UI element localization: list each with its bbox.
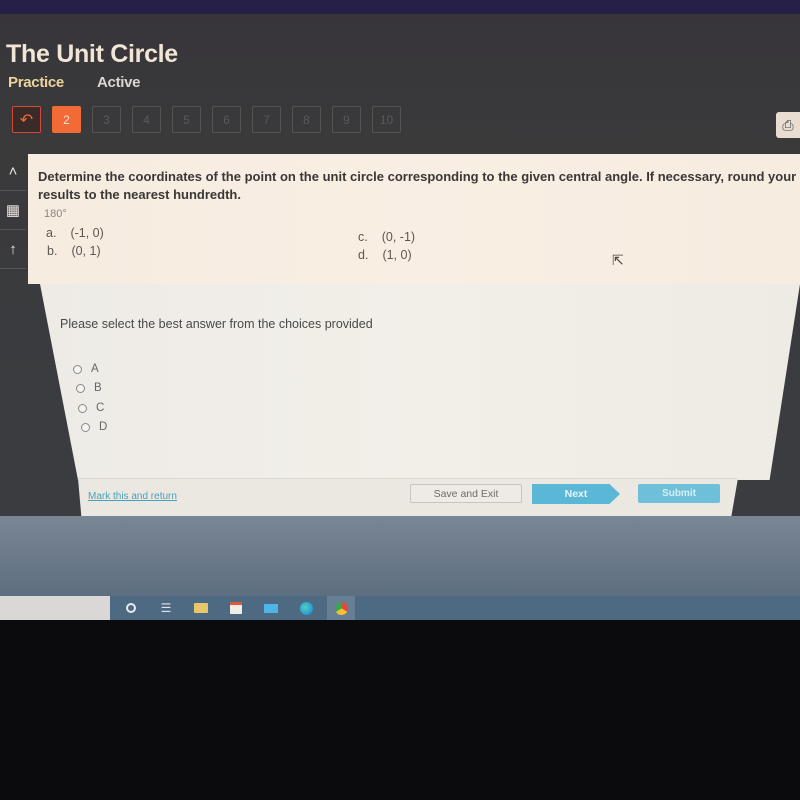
question-10-button[interactable]: 10 <box>372 106 401 133</box>
top-strip <box>0 0 800 14</box>
question-text: Determine the coordinates of the point o… <box>38 169 797 202</box>
answer-option-a[interactable]: A <box>73 363 99 375</box>
sidebar-calculator-button[interactable]: ▦ <box>0 191 26 230</box>
sidebar: ˄ ▦ ↑ <box>0 152 26 272</box>
choice-value: (1, 0) <box>382 248 412 262</box>
mouse-cursor-icon: ⇱ <box>612 252 624 268</box>
radio-button[interactable] <box>81 422 90 432</box>
mail-icon[interactable] <box>257 596 285 620</box>
submit-button[interactable]: Submit <box>638 484 720 503</box>
arrow-up-icon: ↑ <box>9 240 17 258</box>
question-navigator: ↶ 2 3 4 5 6 7 8 9 10 <box>12 106 401 133</box>
choice-b: b. (0, 1) <box>47 244 101 258</box>
choice-value: (-1, 0) <box>70 226 104 240</box>
question-4-button[interactable]: 4 <box>132 106 161 133</box>
choice-c: c. (0, -1) <box>358 230 415 244</box>
option-label: C <box>96 402 105 414</box>
option-label: B <box>94 382 102 394</box>
answer-instruction: Please select the best answer from the c… <box>60 317 373 331</box>
page-title: The Unit Circle <box>6 40 178 68</box>
question-2-button[interactable]: 2 <box>52 106 81 133</box>
back-button[interactable]: ↶ <box>12 106 41 133</box>
option-label: A <box>91 363 99 375</box>
chevron-up-icon: ˄ <box>8 162 18 180</box>
store-icon[interactable] <box>222 596 250 620</box>
radio-button[interactable] <box>73 364 82 374</box>
choice-letter: c. <box>358 230 368 244</box>
question-6-button[interactable]: 6 <box>212 106 241 133</box>
question-9-button[interactable]: 9 <box>332 106 361 133</box>
next-button[interactable]: Next <box>532 484 620 504</box>
sidebar-highlight-button[interactable]: ↑ <box>0 230 26 269</box>
question-8-button[interactable]: 8 <box>292 106 321 133</box>
option-label: D <box>99 421 108 433</box>
printer-icon: ⎙ <box>782 116 794 133</box>
desktop-background <box>0 516 800 596</box>
choice-letter: a. <box>46 226 57 240</box>
choice-value: (0, -1) <box>381 230 416 244</box>
question-angle: 180° <box>44 208 67 220</box>
question-3-button[interactable]: 3 <box>92 106 121 133</box>
tab-active[interactable]: Active <box>97 74 141 91</box>
choice-letter: b. <box>47 244 58 258</box>
choice-d: d. (1, 0) <box>358 248 412 262</box>
monitor-bezel <box>0 620 800 800</box>
choice-letter: d. <box>358 248 369 262</box>
choice-a: a. (-1, 0) <box>46 226 104 240</box>
undo-arrow-icon: ↶ <box>19 111 34 129</box>
choice-value: (0, 1) <box>71 244 101 258</box>
question-5-button[interactable]: 5 <box>172 106 201 133</box>
file-explorer-icon[interactable] <box>187 596 215 620</box>
taskbar: ☰ <box>0 596 800 620</box>
save-and-exit-button[interactable]: Save and Exit <box>410 484 522 503</box>
question-7-button[interactable]: 7 <box>252 106 281 133</box>
sidebar-collapse-button[interactable]: ˄ <box>0 152 26 191</box>
monitor-screen: The Unit Circle Practice Active ↶ 2 3 4 … <box>0 0 800 620</box>
answer-option-b[interactable]: B <box>76 382 102 394</box>
taskbar-search-box[interactable] <box>0 596 110 620</box>
chrome-icon[interactable] <box>327 596 355 620</box>
calculator-icon: ▦ <box>5 202 21 219</box>
radio-button[interactable] <box>78 403 87 413</box>
radio-button[interactable] <box>76 383 85 393</box>
answer-option-c[interactable]: C <box>78 402 104 414</box>
print-button[interactable]: ⎙ <box>776 112 800 138</box>
answer-option-d[interactable]: D <box>81 421 107 433</box>
task-view-icon[interactable]: ☰ <box>152 596 180 620</box>
tab-practice[interactable]: Practice <box>8 74 64 91</box>
mark-and-return-link[interactable]: Mark this and return <box>88 491 177 502</box>
cortana-circle-icon[interactable] <box>117 596 145 620</box>
answer-panel <box>40 284 800 480</box>
edge-icon[interactable] <box>292 596 320 620</box>
